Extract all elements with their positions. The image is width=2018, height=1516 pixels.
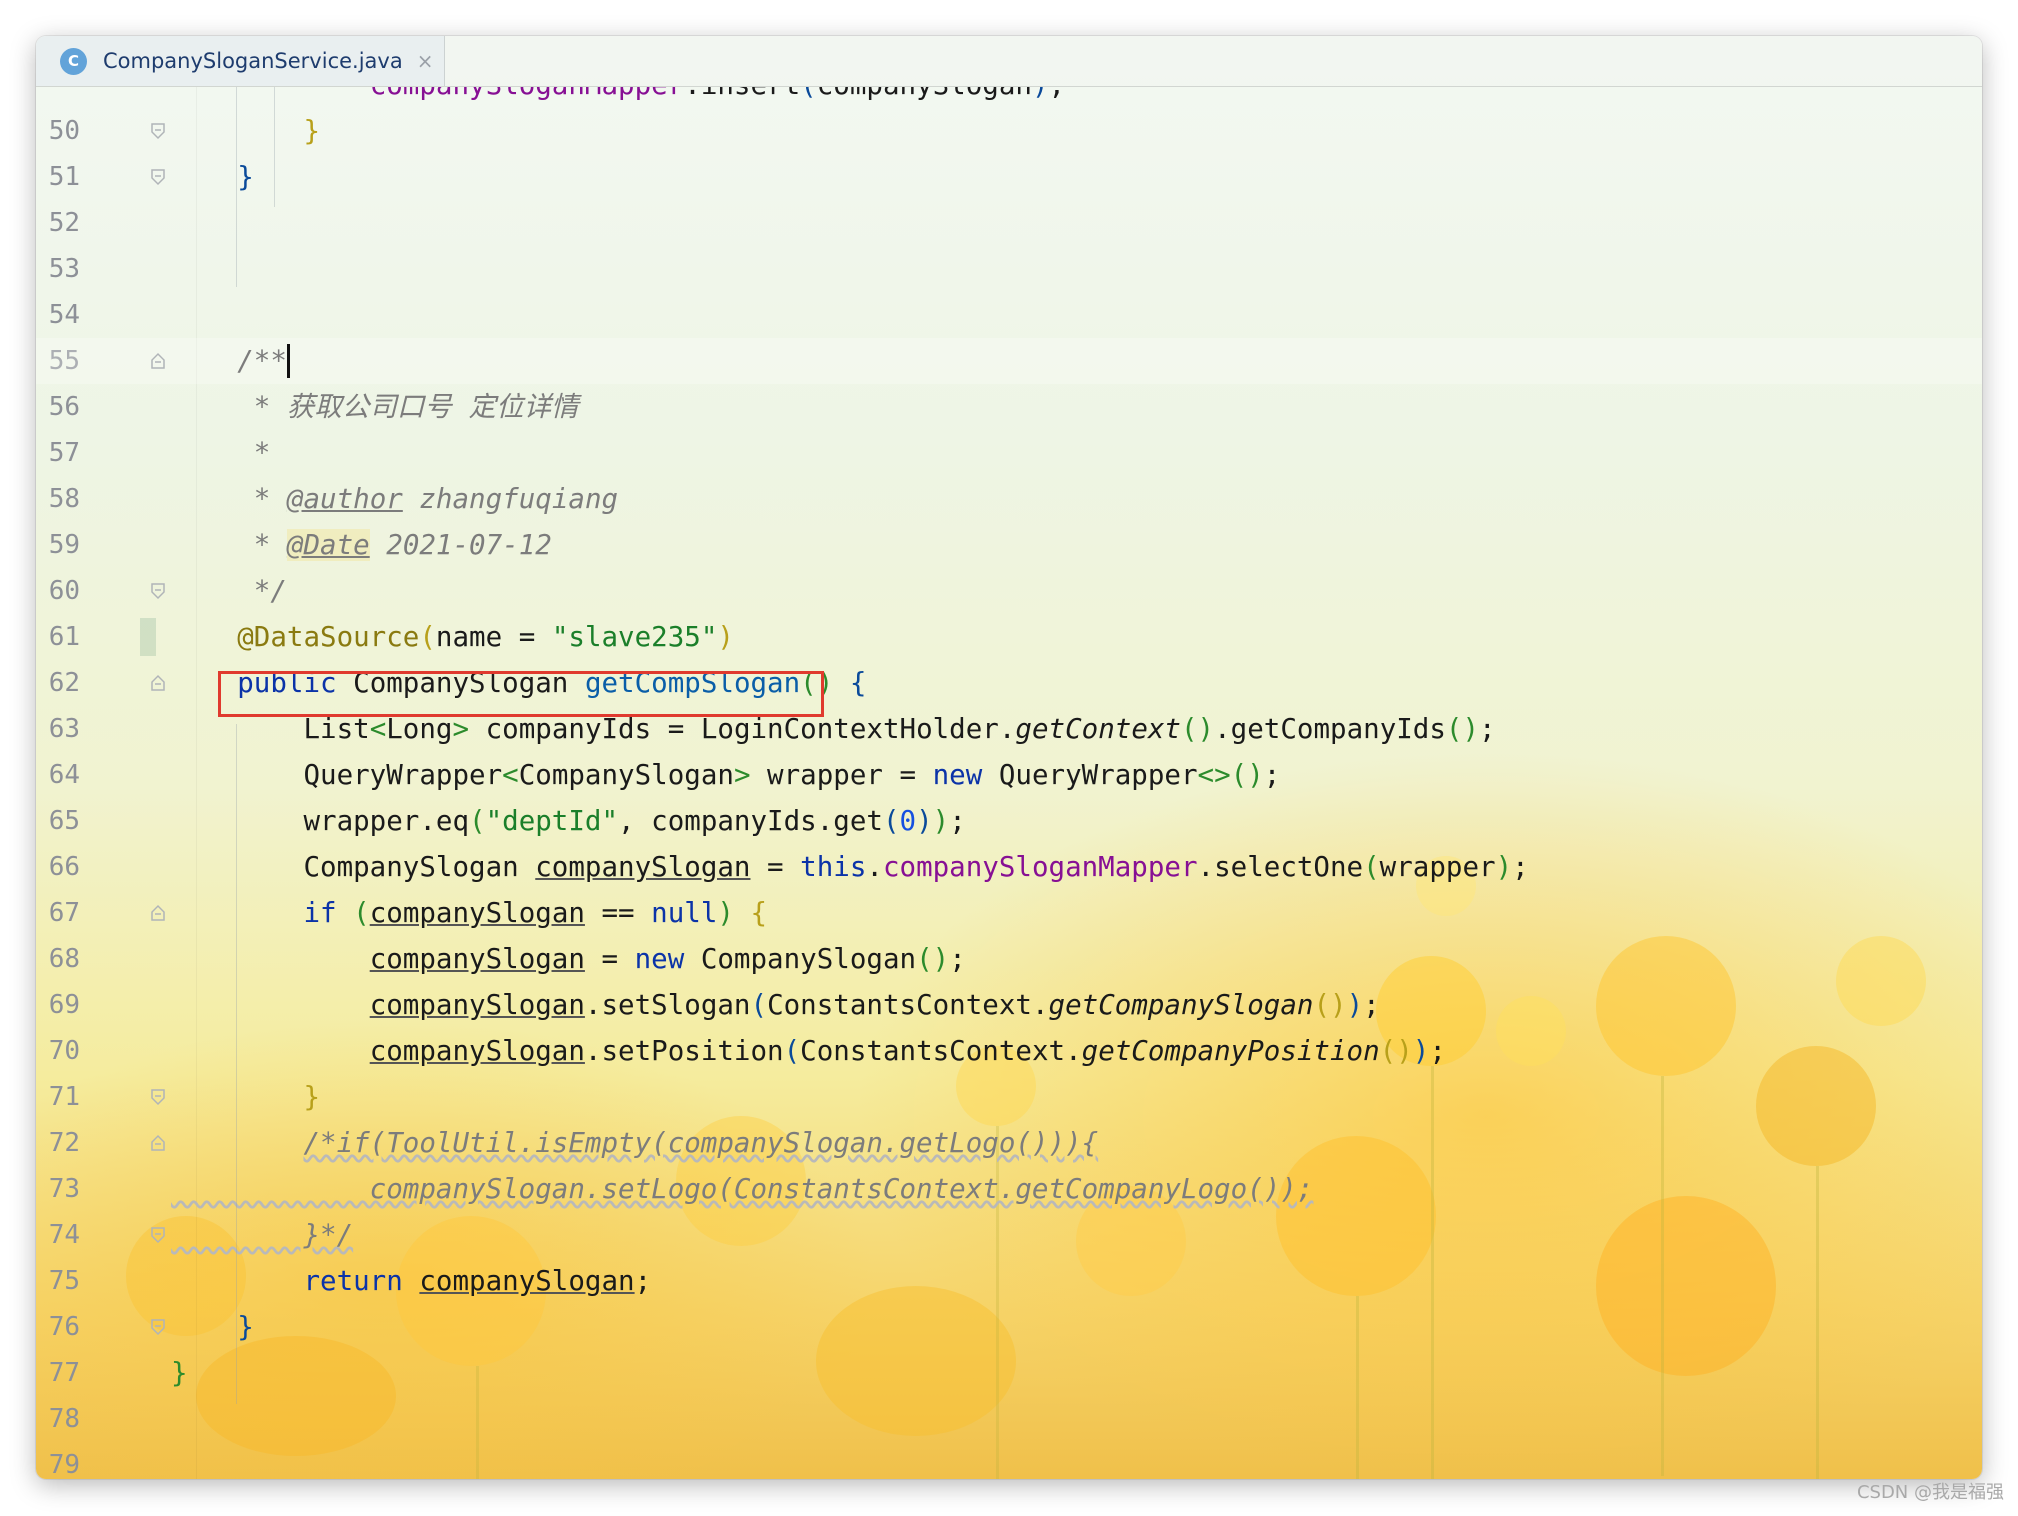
fold-end-icon[interactable]: [149, 1226, 167, 1244]
code-line: 60 * @Date 2021-07-12: [36, 522, 1982, 606]
editor-tab-bar: C CompanySloganService.java ×: [36, 36, 1982, 87]
fold-start-icon[interactable]: [149, 674, 167, 692]
code-line: 72 }: [36, 1074, 1982, 1158]
fold-end-icon[interactable]: [149, 168, 167, 186]
code-line: 58 *: [36, 430, 1982, 514]
fold-start-icon[interactable]: [149, 1134, 167, 1152]
code-line: 68 if (companySlogan == null) {: [36, 890, 1982, 974]
change-marker: [140, 618, 156, 656]
fold-end-icon[interactable]: [149, 122, 167, 140]
code-line: 57 * 获取公司口号 定位详情: [36, 384, 1982, 468]
code-lines: 50 companySloganMapper.insert(companySlo…: [36, 87, 1982, 1479]
tab-companysloganservice[interactable]: C CompanySloganService.java ×: [36, 36, 445, 86]
code-line: 75 }*/: [36, 1212, 1982, 1296]
doc-author-tag: @author: [286, 483, 403, 515]
code-line: 70 companySlogan.setSlogan(ConstantsCont…: [36, 982, 1982, 1066]
java-class-icon: C: [60, 47, 87, 75]
editor-window: C CompanySloganService.java × 50 company…: [36, 36, 1982, 1479]
code-line: 80: [36, 1442, 1982, 1479]
fold-end-icon[interactable]: [149, 1318, 167, 1336]
code-line: 50 companySloganMapper.insert(companySlo…: [36, 87, 1982, 146]
code-line: 76 return companySlogan;: [36, 1258, 1982, 1342]
close-icon[interactable]: ×: [417, 49, 434, 73]
code-line: 77 }: [36, 1304, 1982, 1388]
code-editor[interactable]: 50 companySloganMapper.insert(companySlo…: [36, 87, 1982, 1479]
code-line: 51 }: [36, 108, 1982, 192]
code-line: 66 wrapper.eq("deptId", companyIds.get(0…: [36, 798, 1982, 882]
code-line: 74 companySlogan.setLogo(ConstantsContex…: [36, 1166, 1982, 1250]
doc-date-tag: @Date: [286, 529, 370, 561]
highlight-box: [218, 671, 824, 717]
code-line: 69 companySlogan = new CompanySlogan();: [36, 936, 1982, 1020]
code-line: 73 /*if(ToolUtil.isEmpty(companySlogan.g…: [36, 1120, 1982, 1204]
code-line: 78 }: [36, 1350, 1982, 1434]
fold-end-icon[interactable]: [149, 1088, 167, 1106]
code-line: 59 * @author zhangfuqiang: [36, 476, 1982, 560]
fold-end-icon[interactable]: [149, 582, 167, 600]
doc-description: 获取公司口号 定位详情: [286, 391, 579, 423]
tab-label: CompanySloganService.java: [103, 49, 403, 73]
code-line: 56 /**: [36, 338, 1982, 422]
code-line: 71 companySlogan.setPosition(ConstantsCo…: [36, 1028, 1982, 1112]
code-line: 79: [36, 1396, 1982, 1479]
code-line: 67 CompanySlogan companySlogan = this.co…: [36, 844, 1982, 928]
doc-date: 2021-07-12: [386, 529, 552, 561]
fold-start-icon[interactable]: [149, 904, 167, 922]
code-line: 55: [36, 292, 1982, 376]
watermark: CSDN @我是福强: [1856, 1482, 2004, 1503]
fold-start-icon[interactable]: [149, 352, 167, 370]
code-line: 65 QueryWrapper<CompanySlogan> wrapper =…: [36, 752, 1982, 836]
text-cursor: [286, 344, 290, 378]
code-line: 52 }: [36, 154, 1982, 238]
code-line: 62 @DataSource(name = "slave235"): [36, 614, 1982, 698]
code-line: 61 */: [36, 568, 1982, 652]
doc-author: zhangfuqiang: [419, 483, 619, 515]
code-line: 53: [36, 200, 1982, 284]
code-line: 54: [36, 246, 1982, 330]
